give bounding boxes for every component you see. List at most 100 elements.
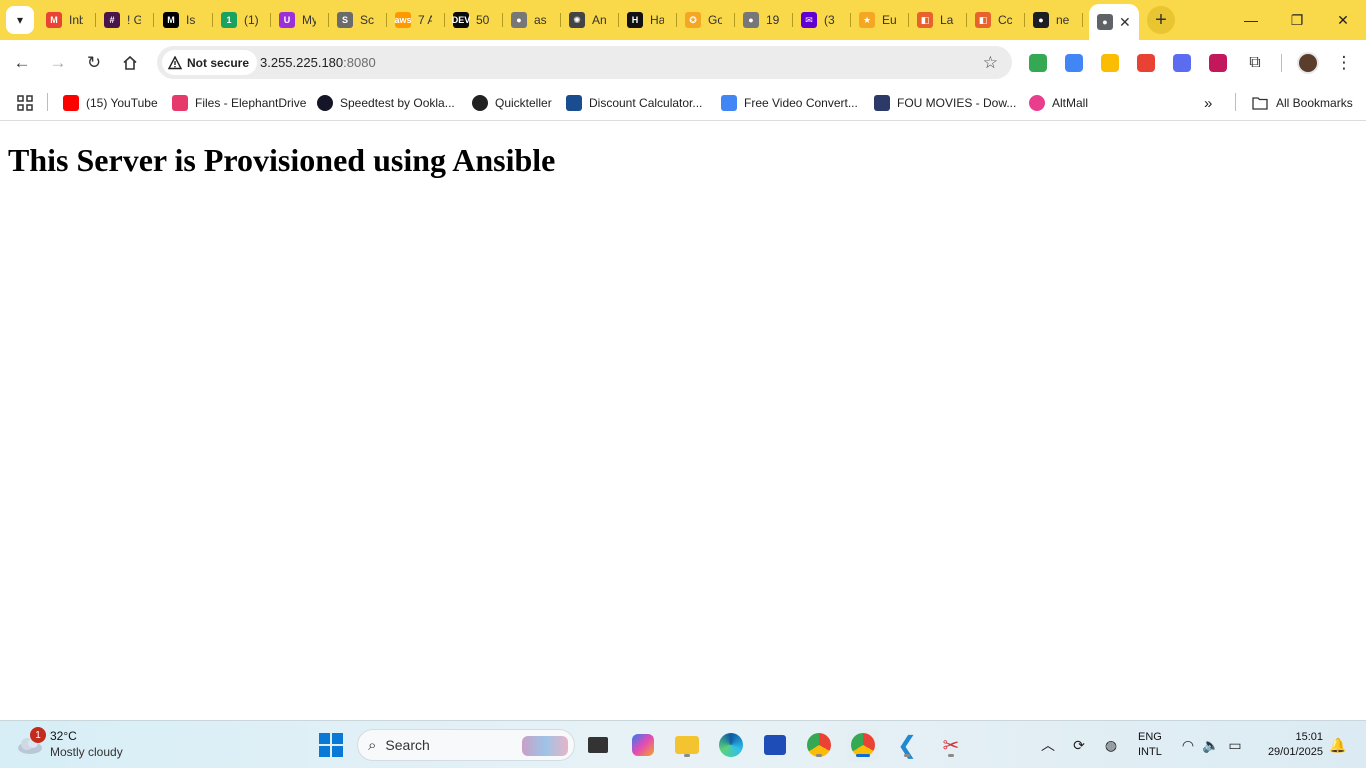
bookmark-label: FOU MOVIES - Dow... [897, 96, 1017, 110]
gmail-icon: M [46, 12, 62, 28]
google-drive-icon[interactable] [1029, 54, 1047, 72]
clock[interactable]: 15:01 29/01/2025 [1268, 730, 1323, 760]
weather-description: Mostly cloudy [50, 745, 123, 759]
minimize-button[interactable]: — [1228, 0, 1274, 40]
tab-17[interactable]: ◧ Cc [967, 8, 1025, 32]
tab-8[interactable]: DEV 50 [445, 8, 503, 32]
tab-12[interactable]: ✪ Go [677, 8, 735, 32]
colorful-grid-icon[interactable] [1137, 54, 1155, 72]
keyboard-layout: INTL [1138, 746, 1162, 758]
battery-icon: ▭ [1228, 736, 1242, 753]
tab-4[interactable]: 1 (1) [213, 8, 271, 32]
bookmark-item[interactable]: Speedtest by Ookla... [317, 93, 455, 113]
tab-15[interactable]: ★ Eu [851, 8, 909, 32]
chrome-profile-button[interactable] [847, 729, 879, 761]
tab-search-button[interactable]: ▾ [6, 6, 34, 34]
url-text[interactable]: 3.255.225.180:8080 [260, 55, 376, 70]
task-view-button[interactable] [582, 729, 614, 761]
show-hidden-icons-button[interactable]: ︿ [1038, 729, 1058, 761]
reload-button[interactable]: ↻ [79, 48, 109, 78]
tab-2[interactable]: # ! G [96, 8, 154, 32]
new-tab-button[interactable]: + [1147, 6, 1175, 34]
more-bookmarks-button[interactable]: » [1204, 93, 1212, 113]
start-button[interactable] [315, 729, 347, 761]
tab-19[interactable]: ● ✕ [1089, 4, 1139, 40]
tab-7[interactable]: aws 7 A [387, 8, 445, 32]
tab-18[interactable]: ● ne [1025, 8, 1083, 32]
tab-title: Ha [650, 13, 664, 27]
tab-title: 19 [766, 13, 780, 27]
browser-toolbar: ← → ↻ Not secure 3.255.225.180:8080 ☆ ⧉ … [0, 40, 1366, 85]
color-wheel-icon[interactable] [1209, 54, 1227, 72]
google-translate-icon[interactable] [1065, 54, 1083, 72]
bookmark-item[interactable]: Quickteller [472, 93, 552, 113]
windows-logo-icon [319, 733, 343, 757]
coin-icon: ✪ [685, 12, 701, 28]
close-tab-icon[interactable]: ✕ [1119, 14, 1131, 31]
bookmark-item[interactable]: AltMall [1029, 93, 1088, 113]
menu-button[interactable]: ⋮ [1329, 48, 1359, 78]
apps-button[interactable] [17, 93, 33, 113]
extensions-button[interactable]: ⧉ [1240, 48, 1270, 78]
clock-time: 15:01 [1295, 731, 1323, 743]
page-heading: This Server is Provisioned using Ansible [8, 142, 556, 178]
running-indicator [948, 754, 954, 757]
vscode-button[interactable]: ❮ [891, 729, 923, 761]
tab-11[interactable]: H Ha [619, 8, 677, 32]
bookmark-item[interactable]: Discount Calculator... [566, 93, 702, 113]
close-window-button[interactable]: ✕ [1320, 0, 1366, 40]
search-icon: ⌕ [368, 736, 377, 754]
youtube-icon [63, 95, 79, 111]
taskbar-search[interactable]: ⌕ Search [357, 729, 575, 761]
snipping-tool-button[interactable]: ✂ [935, 729, 967, 761]
close-icon: ✕ [1337, 11, 1349, 28]
bookmark-star-button[interactable]: ☆ [983, 53, 998, 73]
minimize-icon: — [1244, 12, 1258, 28]
site-security-chip[interactable]: Not secure [162, 50, 258, 75]
bookmark-item[interactable]: FOU MOVIES - Dow... [874, 93, 1016, 113]
profile-button[interactable] [1293, 48, 1323, 78]
notifications-button[interactable]: 🔔 [1328, 729, 1348, 761]
bookmark-item[interactable]: Free Video Convert... [721, 93, 858, 113]
back-button[interactable]: ← [7, 48, 37, 78]
calculator-icon [566, 95, 582, 111]
file-explorer-button[interactable] [671, 729, 703, 761]
sync-tray-button[interactable]: ⟳ [1068, 729, 1090, 761]
all-bookmarks-label: All Bookmarks [1276, 96, 1353, 110]
address-bar[interactable]: Not secure 3.255.225.180:8080 ☆ [157, 46, 1012, 79]
bookmark-label: Discount Calculator... [589, 96, 703, 110]
store-button[interactable] [759, 729, 791, 761]
home-icon [123, 55, 137, 70]
edge-button[interactable] [715, 729, 747, 761]
orange-square-icon: ◧ [975, 12, 991, 28]
tab-13[interactable]: ● 19 [735, 8, 793, 32]
home-button[interactable] [115, 48, 145, 78]
copilot-button[interactable] [627, 729, 659, 761]
battery-button[interactable]: ▭ [1224, 729, 1246, 761]
all-bookmarks-button[interactable]: All Bookmarks [1252, 93, 1353, 113]
google-keep-icon[interactable] [1101, 54, 1119, 72]
bookmark-item[interactable]: Files - ElephantDrive [172, 93, 306, 113]
bookmark-item[interactable]: (15) YouTube [63, 93, 158, 113]
language-indicator[interactable]: ENG INTL [1138, 730, 1162, 760]
tab-14[interactable]: ✉ (3 [793, 8, 851, 32]
tab-separator [153, 13, 154, 27]
forward-button[interactable]: → [43, 48, 73, 78]
tab-6[interactable]: S Sc [329, 8, 387, 32]
network-globe-icon: ◍ [1104, 736, 1118, 753]
chrome-button[interactable] [803, 729, 835, 761]
restore-button[interactable]: ❐ [1274, 0, 1320, 40]
tab-1[interactable]: M Inbox [38, 8, 96, 32]
tab-9[interactable]: ● as [503, 8, 561, 32]
tab-5[interactable]: U My [271, 8, 329, 32]
tab-16[interactable]: ◧ La [909, 8, 967, 32]
dev-icon: DEV [452, 12, 470, 28]
tab-3[interactable]: M Is [155, 8, 213, 32]
network-settings-button[interactable]: ◍ [1100, 729, 1122, 761]
tab-title: My [302, 13, 316, 27]
weather-temperature: 32°C [50, 729, 77, 743]
wifi-button[interactable]: ◠ [1178, 729, 1198, 761]
volume-button[interactable]: 🔈 [1201, 729, 1221, 761]
snowflake-icon[interactable] [1173, 54, 1191, 72]
tab-10[interactable]: ✺ An [561, 8, 619, 32]
